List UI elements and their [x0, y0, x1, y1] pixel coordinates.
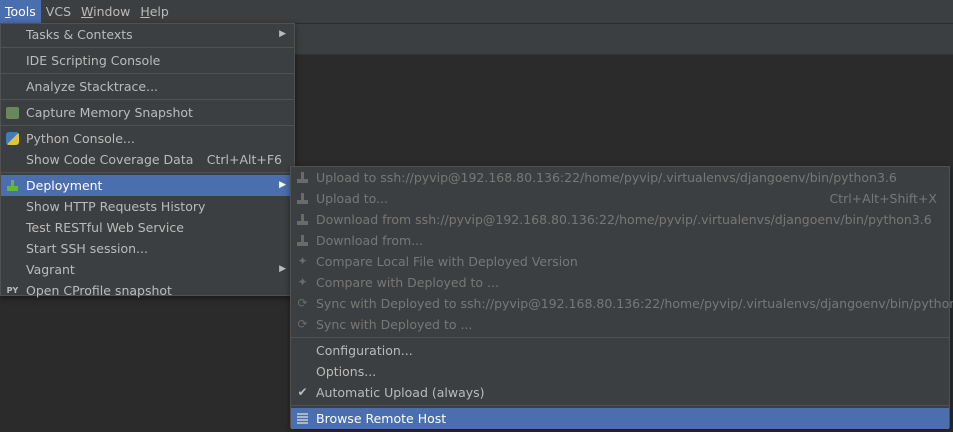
- menu-item-label: Compare with Deployed to ...: [316, 275, 499, 290]
- upload-icon: [295, 170, 310, 185]
- menu-item-label: Download from...: [316, 233, 424, 248]
- ide-window: Tools VCS Window Help Tasks & Contexts ▶…: [0, 0, 953, 432]
- menu-item-label: Capture Memory Snapshot: [26, 105, 193, 120]
- menu-item-shortcut: Ctrl+Alt+F6: [206, 152, 282, 167]
- submenu-arrow-icon: ▶: [279, 264, 286, 274]
- cprofile-icon-text: PY: [6, 285, 19, 295]
- menu-item-label: Options...: [316, 364, 377, 379]
- menu-item-label: Upload to...: [316, 191, 389, 206]
- menu-item-label: Python Console...: [26, 131, 135, 146]
- menu-item-label: Deployment: [26, 178, 103, 193]
- menu-item-upload-to-ssh[interactable]: Upload to ssh://pyvip@192.168.80.136:22/…: [291, 167, 949, 188]
- compare-icon: ✦: [297, 254, 308, 268]
- deployment-submenu-popup: Upload to ssh://pyvip@192.168.80.136:22/…: [290, 166, 953, 429]
- menu-item-options[interactable]: Options...: [291, 361, 949, 382]
- menu-item-open-cprofile-snapshot[interactable]: PY Open CProfile snapshot: [1, 280, 294, 301]
- menu-separator: [291, 405, 949, 406]
- cprofile-icon: PY: [5, 283, 20, 298]
- download-icon: [295, 233, 310, 248]
- menu-vcs[interactable]: VCS: [41, 0, 76, 23]
- menu-item-label: Download from ssh://pyvip@192.168.80.136…: [316, 212, 932, 227]
- menu-item-start-ssh-session[interactable]: Start SSH session...: [1, 238, 294, 259]
- menu-tools[interactable]: Tools: [0, 0, 41, 23]
- menu-separator: [291, 337, 949, 338]
- submenu-arrow-icon: ▶: [279, 29, 286, 39]
- menu-item-download-from[interactable]: Download from...: [291, 230, 949, 251]
- sync-icon: ⟳: [297, 296, 308, 310]
- menu-item-deployment[interactable]: Deployment ▶: [1, 175, 294, 196]
- menu-item-automatic-upload[interactable]: ✔ Automatic Upload (always): [291, 382, 949, 403]
- menu-item-upload-to[interactable]: Upload to... Ctrl+Alt+Shift+X: [291, 188, 949, 209]
- menu-item-label: Show Code Coverage Data: [26, 152, 194, 167]
- menu-item-configuration[interactable]: Configuration...: [291, 340, 949, 361]
- menu-item-label: Start SSH session...: [26, 241, 148, 256]
- menu-item-label: Tasks & Contexts: [26, 27, 133, 42]
- menu-item-compare-local-file[interactable]: ✦ Compare Local File with Deployed Versi…: [291, 251, 949, 272]
- menu-item-python-console[interactable]: Python Console...: [1, 128, 294, 149]
- menu-item-label: Open CProfile snapshot: [26, 283, 172, 298]
- menu-item-label: Configuration...: [316, 343, 413, 358]
- menu-item-browse-remote-host[interactable]: Browse Remote Host: [291, 408, 949, 429]
- menu-item-capture-memory-snapshot[interactable]: Capture Memory Snapshot: [1, 102, 294, 123]
- menu-item-test-restful-web-service[interactable]: Test RESTful Web Service: [1, 217, 294, 238]
- menu-separator: [1, 172, 294, 173]
- menu-item-compare-with-deployed[interactable]: ✦ Compare with Deployed to ...: [291, 272, 949, 293]
- menu-item-label: Browse Remote Host: [316, 411, 447, 426]
- menu-item-tasks-contexts[interactable]: Tasks & Contexts ▶: [1, 24, 294, 45]
- menu-help[interactable]: Help: [135, 0, 174, 23]
- menu-item-sync-with-deployed-ssh[interactable]: ⟳ Sync with Deployed to ssh://pyvip@192.…: [291, 293, 953, 314]
- compare-icon: ✦: [297, 275, 308, 289]
- menu-item-shortcut: Ctrl+Alt+Shift+X: [829, 191, 937, 206]
- menu-separator: [1, 99, 294, 100]
- deployment-icon: [5, 178, 20, 193]
- submenu-arrow-icon: ▶: [279, 180, 286, 190]
- menu-item-show-http-requests-history[interactable]: Show HTTP Requests History: [1, 196, 294, 217]
- menu-item-label: Compare Local File with Deployed Version: [316, 254, 578, 269]
- download-icon: [295, 212, 310, 227]
- menu-item-analyze-stacktrace[interactable]: Analyze Stacktrace...: [1, 76, 294, 97]
- menu-item-vagrant[interactable]: Vagrant ▶: [1, 259, 294, 280]
- upload-icon: [295, 191, 310, 206]
- menu-item-ide-scripting-console[interactable]: IDE Scripting Console: [1, 50, 294, 71]
- menu-item-label: Vagrant: [26, 262, 75, 277]
- menu-separator: [1, 73, 294, 74]
- menu-item-sync-with-deployed[interactable]: ⟳ Sync with Deployed to ...: [291, 314, 949, 335]
- menu-item-label: Analyze Stacktrace...: [26, 79, 159, 94]
- menu-separator: [1, 125, 294, 126]
- menu-item-label: Sync with Deployed to ssh://pyvip@192.16…: [316, 296, 953, 311]
- sync-icon: ⟳: [297, 317, 308, 331]
- menu-item-label: Upload to ssh://pyvip@192.168.80.136:22/…: [316, 170, 897, 185]
- menu-item-label: Show HTTP Requests History: [26, 199, 206, 214]
- checkmark-icon: ✔: [297, 385, 308, 399]
- menu-item-label: IDE Scripting Console: [26, 53, 161, 68]
- menu-item-download-from-ssh[interactable]: Download from ssh://pyvip@192.168.80.136…: [291, 209, 949, 230]
- tools-menu-popup: Tasks & Contexts ▶ IDE Scripting Console…: [0, 23, 295, 298]
- memory-snapshot-icon: [5, 105, 20, 120]
- menu-item-label: Sync with Deployed to ...: [316, 317, 473, 332]
- menu-separator: [1, 47, 294, 48]
- python-icon: [5, 131, 20, 146]
- menu-window[interactable]: Window: [76, 0, 135, 23]
- menu-item-label: Automatic Upload (always): [316, 385, 485, 400]
- menu-item-show-code-coverage[interactable]: Show Code Coverage Data Ctrl+Alt+F6: [1, 149, 294, 170]
- main-menu-bar: Tools VCS Window Help: [0, 0, 953, 24]
- browse-remote-icon: [295, 411, 310, 426]
- menu-item-label: Test RESTful Web Service: [26, 220, 184, 235]
